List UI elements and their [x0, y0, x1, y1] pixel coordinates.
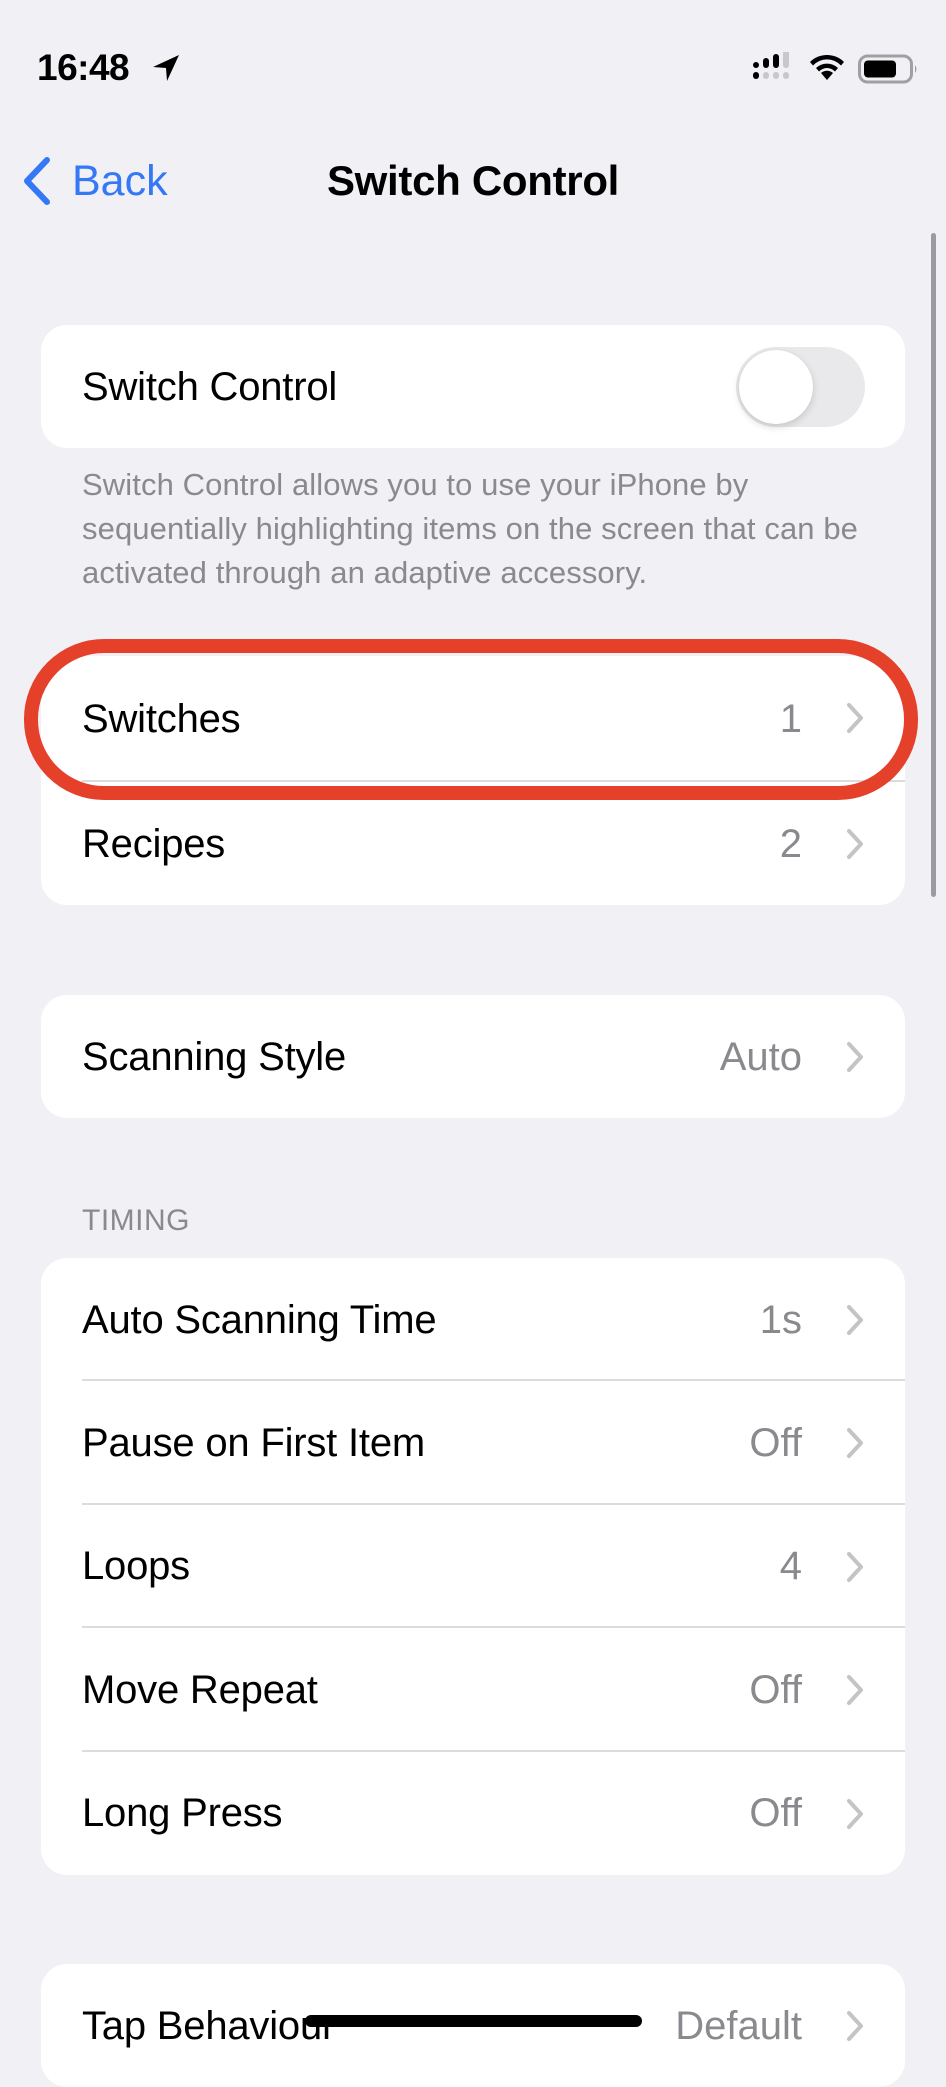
switch-control-row: Switch Control: [41, 325, 905, 448]
cellular-signal-icon: [753, 52, 789, 79]
row-loops[interactable]: Loops 4: [41, 1505, 905, 1629]
timing-section-header: TIMING: [82, 1204, 190, 1237]
row-recipes[interactable]: Recipes 2: [41, 782, 905, 905]
location-arrow-icon: [153, 55, 179, 81]
switches-group-card: Switches 1 Recipes 2: [41, 656, 905, 905]
page-title: Switch Control: [326, 157, 620, 204]
row-pause-on-first-item[interactable]: Pause on First Item Off: [41, 1381, 905, 1506]
row-label: Loops: [82, 1544, 190, 1589]
chevron-right-icon: [847, 1551, 863, 1582]
row-auto-scanning-time[interactable]: Auto Scanning Time 1s: [41, 1258, 905, 1382]
row-switches[interactable]: Switches 1: [41, 656, 905, 782]
row-scanning-style[interactable]: Scanning Style Auto: [41, 995, 905, 1118]
home-indicator[interactable]: [305, 2015, 642, 2027]
row-label: Recipes: [82, 821, 226, 866]
row-value: Off: [749, 1421, 802, 1466]
chevron-right-icon: [847, 1798, 863, 1829]
row-label: Scanning Style: [82, 1034, 347, 1079]
row-label: Pause on First Item: [82, 1421, 425, 1466]
row-label: Switches: [82, 697, 241, 741]
chevron-right-icon: [847, 1428, 863, 1459]
row-value: Off: [749, 1791, 802, 1836]
chevron-right-icon: [847, 829, 863, 859]
row-value: 1: [779, 697, 802, 741]
row-value: 1s: [759, 1297, 802, 1342]
row-long-press[interactable]: Long Press Off: [41, 1752, 905, 1875]
chevron-right-icon: [847, 1042, 863, 1072]
switch-control-description: Switch Control allows you to use your iP…: [82, 467, 859, 590]
timing-group-card: Auto Scanning Time 1s Pause on First Ite…: [41, 1258, 905, 1875]
chevron-right-icon: [847, 2011, 863, 2041]
scanning-group-card: Scanning Style Auto: [41, 995, 905, 1118]
switch-control-label: Switch Control: [82, 364, 338, 409]
row-value: 2: [779, 821, 802, 866]
chevron-right-icon: [847, 1305, 863, 1335]
switch-control-card: Switch Control: [41, 325, 905, 448]
wifi-icon: [810, 54, 844, 80]
row-value: Auto: [719, 1034, 802, 1079]
row-value: Off: [749, 1667, 802, 1712]
row-label: Long Press: [82, 1791, 283, 1836]
row-value: 4: [779, 1544, 802, 1589]
row-label: Tap Behaviour: [82, 2003, 336, 2048]
switch-control-toggle[interactable]: [736, 347, 865, 427]
row-move-repeat[interactable]: Move Repeat Off: [41, 1628, 905, 1752]
chevron-right-icon: [847, 703, 863, 733]
row-value: Default: [675, 2003, 802, 2048]
battery-icon: [858, 54, 917, 84]
row-label: Auto Scanning Time: [82, 1297, 437, 1342]
toggle-knob: [739, 350, 813, 424]
status-time: 16:48: [37, 47, 130, 88]
chevron-right-icon: [847, 1675, 863, 1706]
row-label: Move Repeat: [82, 1667, 318, 1712]
scrollbar[interactable]: [931, 233, 936, 897]
